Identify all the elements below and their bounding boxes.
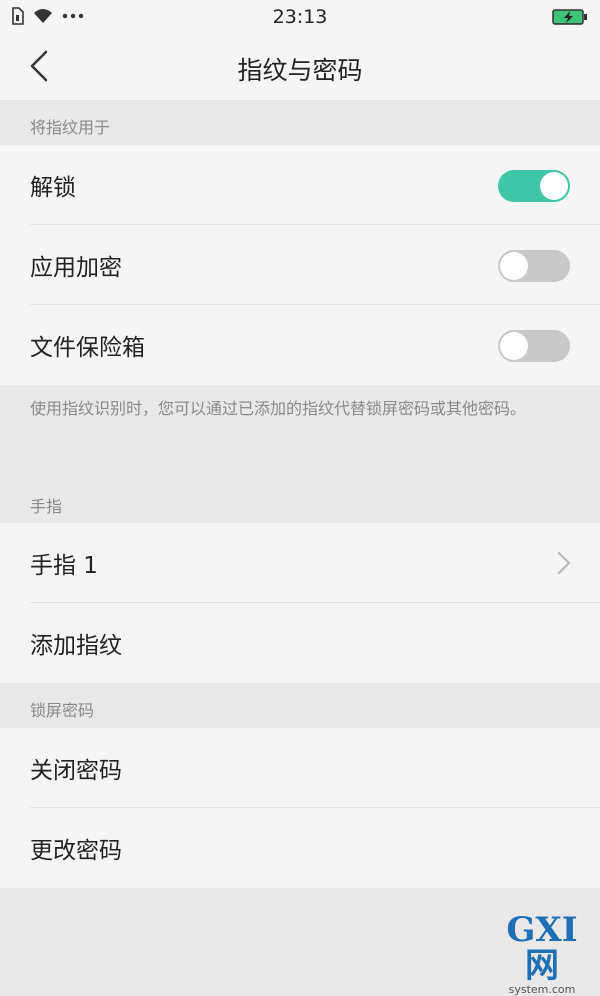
fingerprint-note: 使用指纹识别时，您可以通过已添加的指纹代替锁屏密码或其他密码。 [30,399,527,418]
toggle-knob [500,332,528,360]
row-label: 文件保险箱 [30,335,145,361]
section-header-fingers: 手指 [0,490,600,523]
watermark-logo: GXI网 system.com [492,912,592,996]
row-label: 应用加密 [30,255,122,281]
status-time: 23:13 [272,6,328,28]
row-change-password[interactable]: 更改密码 [0,808,600,888]
row-finger-1[interactable]: 手指 1 [0,523,600,603]
section-header-lock-password: 锁屏密码 [0,683,600,728]
watermark-text: GXI网 [506,910,578,986]
row-label: 关闭密码 [30,758,122,784]
row-close-password[interactable]: 关闭密码 [0,728,600,808]
settings-group-fingerprint-use: 解锁 应用加密 文件保险箱 [0,145,600,385]
app-encryption-toggle[interactable] [498,250,570,282]
row-file-safe[interactable]: 文件保险箱 [0,305,600,385]
row-add-fingerprint[interactable]: 添加指纹 [0,603,600,683]
file-safe-toggle[interactable] [498,330,570,362]
battery-icon [552,8,588,30]
row-app-encryption[interactable]: 应用加密 [0,225,600,305]
nav-bar: 指纹与密码 [0,34,600,100]
row-label: 解锁 [30,175,76,201]
toggle-knob [540,172,568,200]
row-unlock[interactable]: 解锁 [0,145,600,225]
unlock-toggle[interactable] [498,170,570,202]
page-title: 指纹与密码 [237,56,363,85]
status-bar: 23:13 [0,0,600,34]
row-label: 添加指纹 [30,633,122,659]
row-label: 更改密码 [30,838,122,864]
chevron-right-icon [558,552,570,574]
toggle-knob [500,252,528,280]
settings-group-lock-password: 关闭密码 更改密码 [0,728,600,888]
row-label: 手指 1 [30,553,98,579]
section-header-fingerprint-use: 将指纹用于 [0,100,600,145]
settings-group-fingers: 手指 1 添加指纹 [0,523,600,683]
watermark-sub: system.com [508,983,576,996]
